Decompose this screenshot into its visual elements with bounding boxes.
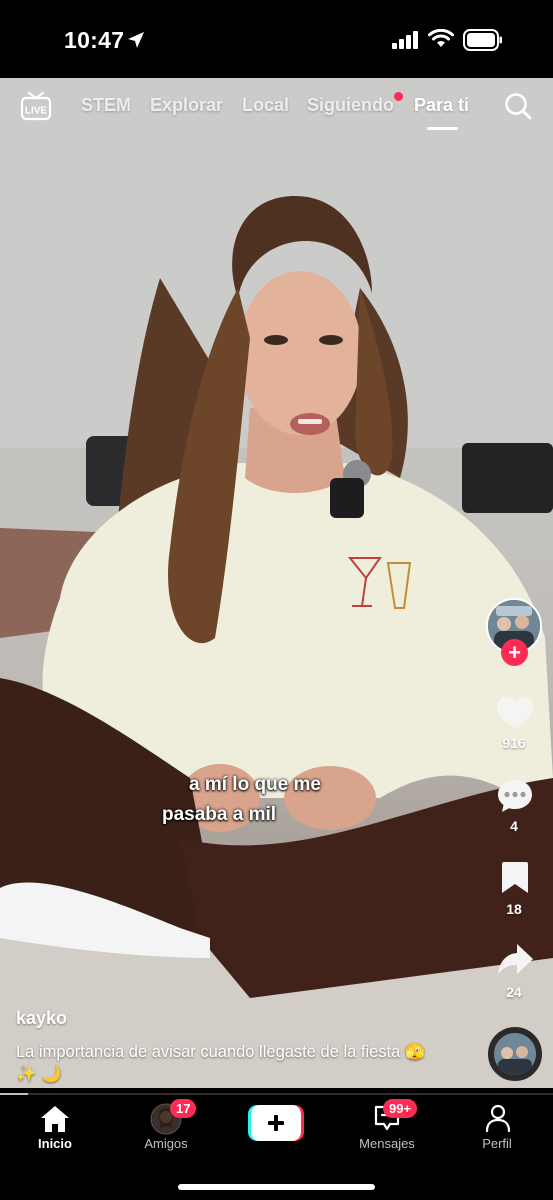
nav-mensajes[interactable]: 99+ Mensajes — [337, 1096, 437, 1156]
comment-icon[interactable] — [496, 778, 534, 814]
active-tab-indicator — [427, 127, 458, 130]
status-time: 10:47 — [64, 27, 125, 53]
sound-disc-cover-image — [494, 1033, 536, 1075]
cellular-signal-icon — [392, 31, 418, 49]
comment-count: 4 — [510, 818, 518, 834]
sound-disc[interactable] — [488, 1027, 542, 1081]
video-caption-line-2: pasaba a mil — [162, 804, 277, 825]
video-progress-fill — [0, 1093, 28, 1095]
video-caption-line-1: a mí lo que me — [189, 774, 321, 795]
create-button[interactable] — [248, 1105, 304, 1141]
nav-amigos[interactable]: 17 Amigos — [116, 1096, 216, 1156]
live-icon[interactable]: LIVE — [20, 90, 52, 122]
status-bar: 10:47 — [0, 0, 553, 78]
mensajes-badge: 99+ — [383, 1099, 418, 1118]
post-username[interactable]: kayko — [16, 1008, 67, 1029]
like-heart-icon[interactable] — [495, 695, 535, 731]
location-arrow-icon — [128, 32, 144, 48]
like-count: 916 — [502, 735, 526, 751]
tab-siguiendo[interactable]: Siguiendo — [307, 95, 394, 116]
tab-stem[interactable]: STEM — [81, 95, 131, 116]
nav-perfil-label: Perfil — [482, 1136, 512, 1151]
wifi-icon — [428, 29, 454, 47]
bookmark-icon[interactable] — [501, 861, 529, 895]
save-count: 18 — [506, 901, 522, 917]
video-frame — [0, 78, 553, 1088]
battery-icon — [463, 29, 502, 51]
tab-explorar[interactable]: Explorar — [150, 95, 223, 116]
search-icon[interactable] — [503, 91, 533, 121]
home-icon — [41, 1106, 69, 1132]
share-count: 24 — [506, 984, 522, 1000]
post-description[interactable]: La importancia de avisar cuando llegaste… — [16, 1041, 436, 1085]
nav-perfil[interactable]: Perfil — [447, 1096, 547, 1156]
nav-amigos-label: Amigos — [144, 1136, 188, 1151]
new-content-dot — [394, 92, 403, 101]
tab-para-ti[interactable]: Para ti — [414, 95, 469, 116]
video-player[interactable] — [0, 78, 553, 1088]
nav-inicio[interactable]: Inicio — [5, 1096, 105, 1156]
nav-mensajes-label: Mensajes — [359, 1136, 415, 1151]
profile-icon — [485, 1104, 511, 1132]
amigos-badge: 17 — [170, 1099, 197, 1118]
follow-plus-button[interactable]: + — [501, 639, 528, 666]
home-indicator[interactable] — [178, 1184, 375, 1190]
nav-inicio-label: Inicio — [38, 1136, 72, 1151]
share-arrow-icon[interactable] — [496, 942, 534, 978]
video-progress-bar[interactable] — [0, 1093, 553, 1095]
live-icon-label: LIVE — [25, 106, 48, 117]
tab-local[interactable]: Local — [242, 95, 289, 116]
